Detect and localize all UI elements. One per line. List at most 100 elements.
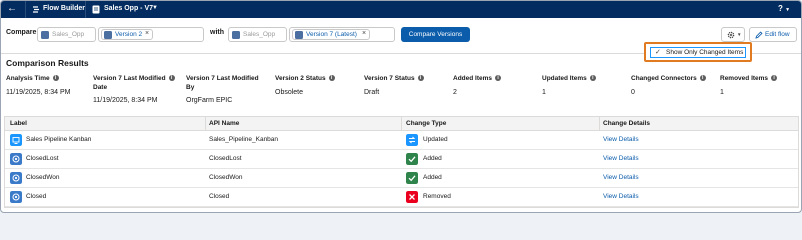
right-flow-select[interactable]: Sales_Opp [228, 27, 287, 42]
summary-header-v7-modified-date: Version 7 Last Modified i Date [93, 74, 175, 92]
summary-header-v2-status: Version 2 Status i [275, 74, 335, 83]
left-version-pill[interactable]: Version 2 × [101, 29, 153, 40]
table-row: Sales Pipeline Kanban Sales_Pipeline_Kan… [5, 131, 798, 150]
version-icon [104, 31, 112, 39]
summary-value-v7-modified-by: OrgFarm EPIC [186, 97, 233, 104]
summary-header-changed-connectors: Changed Connectors i [631, 74, 706, 83]
checkmark-icon: ✓ [655, 49, 661, 56]
nav-divider [85, 1, 86, 18]
table-row: ClosedWon ClosedWon Added View Details [5, 169, 798, 188]
column-header-label[interactable]: Label [10, 120, 27, 127]
column-header-change-details[interactable]: Change Details [603, 120, 650, 127]
summary-header-added-items: Added Items i [453, 74, 502, 83]
view-details-link[interactable]: View Details [603, 155, 639, 162]
column-header-api-name[interactable]: API Name [209, 120, 239, 127]
row-change-type: Removed [423, 193, 451, 200]
summary-value-v7-status: Draft [364, 89, 380, 96]
view-details-link[interactable]: View Details [603, 193, 639, 200]
summary-header-v7-modified-by: Version 7 Last Modified By [186, 75, 259, 91]
edit-flow-button[interactable]: Edit flow [749, 27, 797, 42]
right-version-label: Version 7 (Latest) [306, 31, 357, 38]
right-version-pill[interactable]: Version 7 (Latest) × [292, 29, 370, 40]
info-icon[interactable]: i [417, 75, 424, 82]
remove-left-version-icon[interactable]: × [145, 30, 149, 37]
summary-header-v7-status: Version 7 Status i [364, 74, 424, 83]
outcome-icon [10, 191, 22, 203]
summary-value-removed-items: 1 [720, 89, 724, 96]
column-header-change-type[interactable]: Change Type [406, 120, 446, 127]
row-label: ClosedWon [26, 174, 60, 181]
chevron-down-icon: ▼ [737, 32, 742, 37]
column-divider [401, 117, 402, 130]
info-icon[interactable]: i [52, 75, 59, 82]
edit-flow-label: Edit flow [765, 31, 790, 38]
summary-header-analysis-time: Analysis Time i [6, 74, 59, 83]
help-button[interactable]: ? ▼ [778, 4, 790, 13]
nav-divider [25, 1, 26, 18]
compare-versions-button[interactable]: Compare Versions [401, 27, 470, 42]
view-details-link[interactable]: View Details [603, 136, 639, 143]
outcome-icon [10, 172, 22, 184]
show-only-changed-label: Show Only Changed Items [666, 49, 744, 56]
summary-value-updated-items: 1 [542, 89, 546, 96]
left-version-field[interactable]: Version 2 × [98, 27, 204, 42]
row-change-type: Added [423, 174, 442, 181]
left-flow-placeholder: Sales_Opp [52, 31, 85, 38]
left-flow-select[interactable]: Sales_Opp [37, 27, 96, 42]
version-icon [295, 31, 303, 39]
table-row: ClosedLost ClosedLost Added View Details [5, 150, 798, 169]
table-row: Closed Closed Removed View Details [5, 188, 798, 207]
settings-dropdown: ✓ Show Only Changed Items [644, 42, 752, 62]
comparison-results-title: Comparison Results [6, 58, 89, 68]
screen-icon [10, 134, 22, 146]
updated-icon [406, 134, 418, 146]
remove-right-version-icon[interactable]: × [362, 30, 366, 37]
flow-builder-icon [33, 6, 39, 13]
info-icon[interactable]: i [699, 75, 706, 82]
settings-menu-button[interactable]: ▼ [721, 27, 745, 42]
view-details-link[interactable]: View Details [603, 174, 639, 181]
gear-icon [727, 31, 735, 39]
comparison-table: Label API Name Change Type Change Detail… [4, 116, 799, 208]
removed-x-icon [406, 191, 418, 203]
summary-header-removed-items: Removed Items i [720, 74, 778, 83]
with-label: with [210, 29, 224, 36]
summary-value-analysis-time: 11/19/2025, 8:34 PM [6, 89, 71, 96]
row-label: ClosedLost [26, 155, 59, 162]
summary-header-updated-items: Updated Items i [542, 74, 596, 83]
row-label: Closed [26, 193, 47, 200]
flow-name[interactable]: Sales Opp - V7 [104, 5, 153, 12]
column-divider [599, 117, 600, 130]
back-arrow-icon[interactable]: ← [7, 3, 17, 15]
summary-value-v7-modified-date: 11/19/2025, 8:34 PM [93, 97, 158, 104]
outcome-icon [10, 153, 22, 165]
column-divider [205, 117, 206, 130]
row-api-name: ClosedLost [209, 155, 242, 162]
right-flow-placeholder: Sales_Opp [243, 31, 276, 38]
app-name: Flow Builder [43, 5, 85, 12]
row-change-type: Updated [423, 136, 448, 143]
top-nav-bar: ← Flow Builder Sales Opp - V7 ▼ ? ▼ [1, 1, 801, 18]
info-icon[interactable]: i [495, 75, 502, 82]
show-only-changed-items-option[interactable]: ✓ Show Only Changed Items [650, 47, 746, 58]
pencil-icon [755, 31, 763, 39]
info-icon[interactable]: i [771, 75, 778, 82]
left-version-label: Version 2 [115, 31, 143, 38]
info-icon[interactable]: i [328, 75, 335, 82]
right-version-field[interactable]: Version 7 (Latest) × [289, 27, 395, 42]
summary-value-added-items: 2 [453, 89, 457, 96]
row-api-name: Closed [209, 193, 230, 200]
row-api-name: ClosedWon [209, 174, 243, 181]
info-icon[interactable]: i [589, 75, 596, 82]
app-window: ← Flow Builder Sales Opp - V7 ▼ ? ▼ Comp… [0, 0, 802, 213]
summary-value-v2-status: Obsolete [275, 89, 304, 96]
added-check-icon [406, 153, 418, 165]
added-check-icon [406, 172, 418, 184]
flow-select-icon [41, 31, 49, 39]
flow-select-icon [232, 31, 240, 39]
row-change-type: Added [423, 155, 442, 162]
flow-icon [92, 5, 100, 14]
chevron-down-icon[interactable]: ▼ [152, 5, 158, 11]
compare-label: Compare [6, 29, 37, 36]
info-icon[interactable]: i [168, 75, 175, 82]
